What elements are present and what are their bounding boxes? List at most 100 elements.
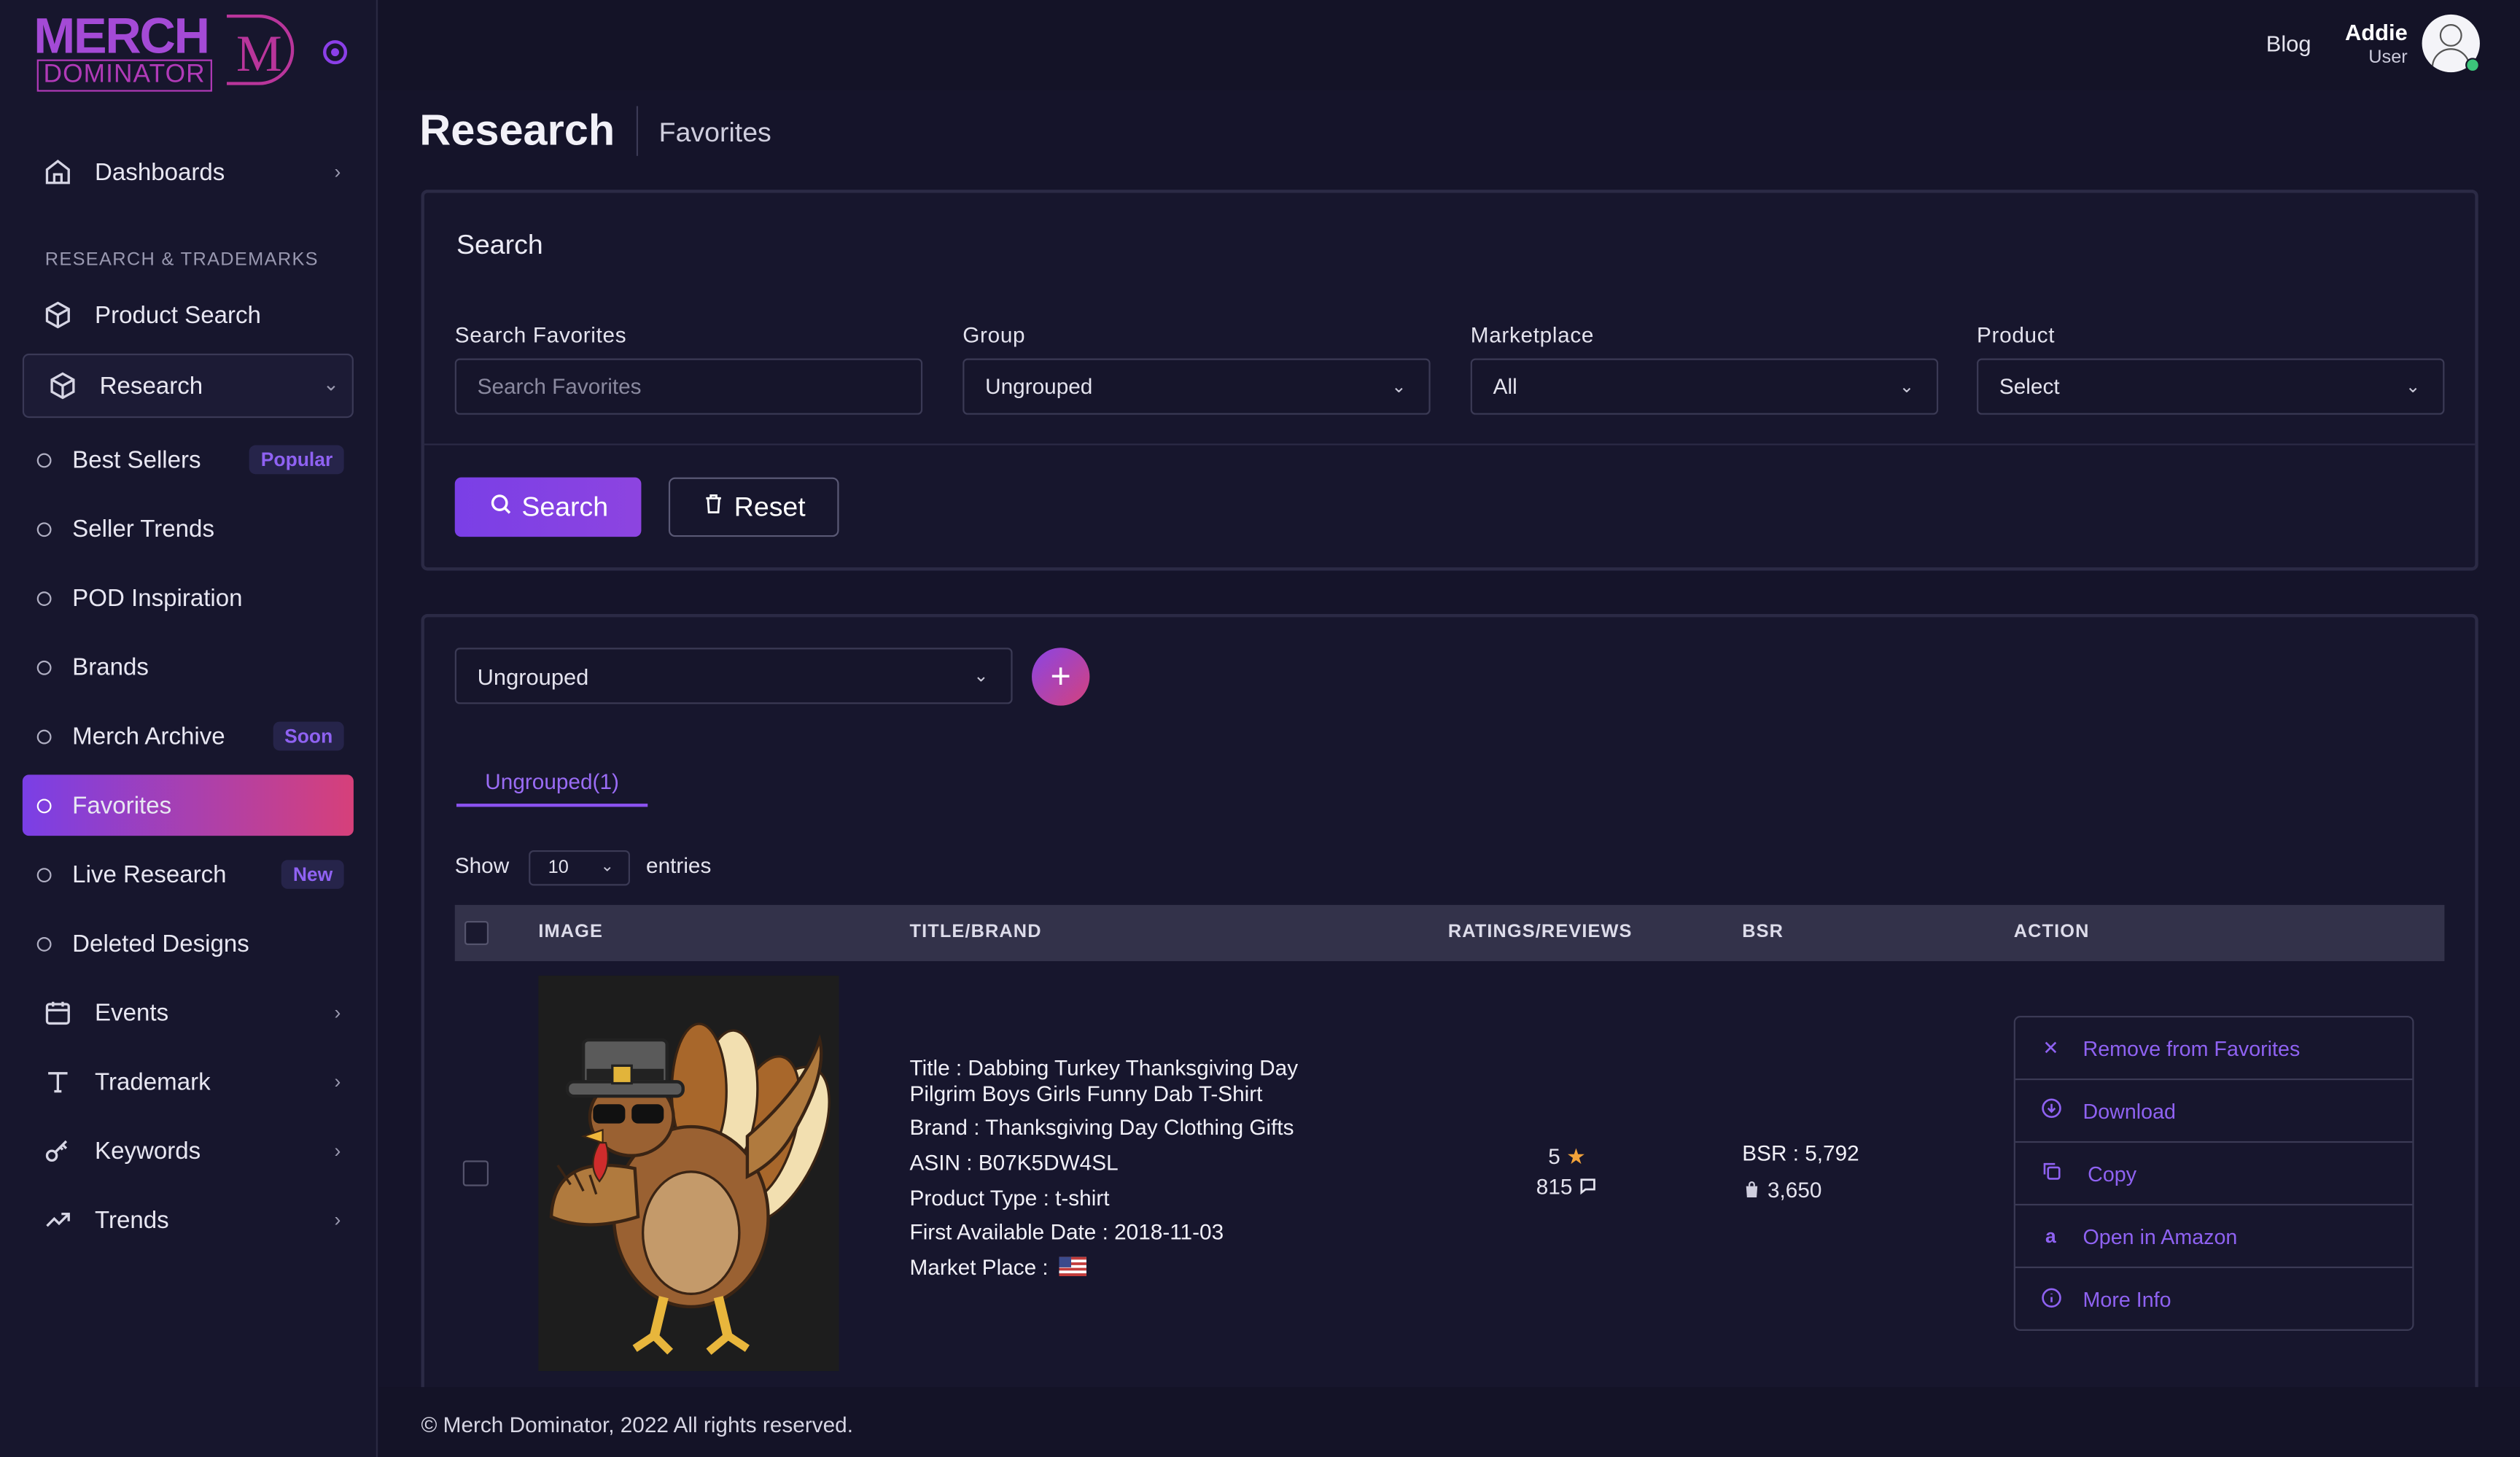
soon-badge: Soon: [273, 721, 344, 751]
chevron-right-icon: ›: [334, 1208, 341, 1232]
product-sales: 3,650: [1742, 1178, 1821, 1202]
trash-icon: [702, 492, 725, 522]
active-tab-indicator: [456, 804, 648, 807]
entries-label: entries: [646, 853, 712, 878]
group-label: Group: [962, 323, 1026, 348]
bullet-icon: [36, 867, 52, 882]
select-all-checkbox[interactable]: [464, 920, 489, 946]
search-favorites-input[interactable]: Search Favorites: [454, 358, 923, 415]
search-card-title: Search: [456, 230, 543, 261]
page-title: Research: [419, 106, 615, 155]
chevron-down-icon: ⌄: [2406, 377, 2421, 397]
cube-icon: [42, 299, 74, 331]
product-select[interactable]: Select ⌄: [1977, 358, 2445, 415]
sidebar-item-label: Trademark: [95, 1068, 211, 1096]
product-type: Product Type : t-shirt: [909, 1186, 1110, 1211]
action-label: Copy: [2088, 1161, 2137, 1186]
sidebar-item-label: POD Inspiration: [72, 584, 243, 612]
copy-icon: [2039, 1160, 2062, 1186]
bullet-icon: [36, 452, 52, 467]
sidebar-item-seller-trends[interactable]: Seller Trends: [23, 498, 354, 559]
sidebar-item-trends[interactable]: Trends ›: [23, 1189, 354, 1251]
product-asin: ASIN : B07K5DW4SL: [909, 1151, 1119, 1176]
title-divider: [636, 106, 639, 156]
footer-copyright: © Merch Dominator, 2022 All rights reser…: [421, 1413, 853, 1437]
product-brand: Brand : Thanksgiving Day Clothing Gifts: [909, 1115, 1294, 1140]
product-marketplace: Market Place :: [910, 1255, 1087, 1279]
sidebar-item-pod-inspiration[interactable]: POD Inspiration: [23, 567, 354, 629]
sidebar-item-favorites[interactable]: Favorites: [22, 774, 354, 836]
user-role: User: [2368, 48, 2408, 68]
sidebar-item-label: Deleted Designs: [72, 930, 249, 957]
table-header: IMAGE TITLE/BRAND RATINGS/REVIEWS BSR AC…: [454, 904, 2445, 962]
sidebar-item-merch-archive[interactable]: Merch Archive Soon: [23, 706, 354, 767]
group-select[interactable]: Ungrouped ⌄: [962, 358, 1431, 415]
marketplace-select[interactable]: All ⌄: [1470, 358, 1939, 415]
sidebar-item-events[interactable]: Events ›: [23, 982, 354, 1044]
sidebar: MERCH DOMINATOR M Dashboards › RESEARCH …: [0, 0, 378, 1457]
user-icon: [2439, 24, 2462, 47]
results-group-select[interactable]: Ungrouped ⌄: [454, 648, 1013, 704]
sidebar-item-label: Events: [95, 998, 169, 1027]
chevron-down-icon: ⌄: [600, 858, 614, 877]
show-label: Show: [454, 853, 510, 878]
chevron-down-icon: ⌄: [1899, 377, 1915, 397]
plus-icon: +: [1050, 656, 1071, 696]
sidebar-item-dashboards[interactable]: Dashboards ›: [23, 141, 354, 203]
user-name[interactable]: Addie: [2328, 19, 2408, 44]
search-button[interactable]: Search: [454, 477, 642, 537]
sidebar-item-label: Live Research: [72, 860, 227, 888]
amazon-icon: a: [2045, 1224, 2056, 1248]
product-first-available-date: First Available Date : 2018-11-03: [909, 1219, 1224, 1244]
more-info-action[interactable]: More Info: [2015, 1268, 2412, 1331]
row-checkbox[interactable]: [462, 1160, 489, 1186]
bullet-icon: [36, 798, 52, 813]
marketplace-label: Marketplace: [1470, 323, 1595, 348]
topbar: [379, 0, 2520, 90]
sidebar-item-label: Keywords: [95, 1137, 201, 1165]
reset-button[interactable]: Reset: [668, 477, 839, 537]
bullet-icon: [36, 521, 52, 537]
open-in-amazon-action[interactable]: a Open in Amazon: [2015, 1205, 2413, 1269]
tab-ungrouped[interactable]: Ungrouped(1): [456, 770, 648, 809]
search-card-divider: [424, 443, 2476, 446]
merch-dominator-logo[interactable]: MERCH DOMINATOR M: [34, 11, 299, 92]
product-image[interactable]: [538, 975, 839, 1372]
cube-icon: [47, 370, 79, 402]
download-action[interactable]: Download: [2015, 1080, 2413, 1143]
copy-action[interactable]: Copy: [2015, 1143, 2413, 1206]
chevron-right-icon: ›: [334, 1001, 341, 1025]
page-subtitle: Favorites: [658, 117, 771, 148]
download-icon: [2039, 1097, 2062, 1123]
bullet-icon: [36, 659, 52, 675]
entries-select[interactable]: 10 ⌄: [529, 850, 631, 886]
sidebar-item-deleted-designs[interactable]: Deleted Designs: [23, 913, 354, 974]
sidebar-item-brands[interactable]: Brands: [23, 637, 354, 698]
info-icon: [2039, 1286, 2062, 1312]
close-icon: ✕: [2042, 1036, 2059, 1060]
sidebar-item-best-sellers[interactable]: Best Sellers Popular: [23, 429, 354, 490]
bullet-icon: [36, 936, 52, 951]
popular-badge: Popular: [249, 445, 344, 475]
sidebar-item-label: Best Sellers: [72, 446, 201, 474]
sidebar-item-live-research[interactable]: Live Research New: [23, 844, 354, 905]
sales-value: 3,650: [1767, 1178, 1822, 1202]
sidebar-item-keywords[interactable]: Keywords ›: [23, 1120, 354, 1181]
sidebar-item-research[interactable]: Research ⌄: [22, 353, 354, 419]
product-reviews: 815: [1527, 1175, 1607, 1199]
add-group-button[interactable]: +: [1032, 648, 1090, 706]
text-icon: [42, 1065, 74, 1097]
sidebar-item-trademark[interactable]: Trademark ›: [23, 1051, 354, 1112]
rating-value: 5: [1548, 1144, 1560, 1169]
column-header-title-brand: TITLE/BRAND: [909, 922, 1042, 942]
sidebar-item-product-search[interactable]: Product Search: [23, 284, 354, 346]
search-icon: [488, 492, 512, 522]
blog-link[interactable]: Blog: [2266, 31, 2311, 56]
sidebar-toggle-icon[interactable]: [323, 40, 348, 65]
chevron-down-icon: ⌄: [1391, 377, 1407, 397]
user-body-icon: [2431, 48, 2470, 73]
sidebar-item-label: Trends: [95, 1206, 169, 1234]
product-title-line2: Pilgrim Boys Girls Funny Dab T-Shirt: [909, 1081, 1263, 1106]
remove-from-favorites-action[interactable]: ✕ Remove from Favorites: [2015, 1017, 2413, 1081]
action-label: More Info: [2082, 1287, 2171, 1312]
